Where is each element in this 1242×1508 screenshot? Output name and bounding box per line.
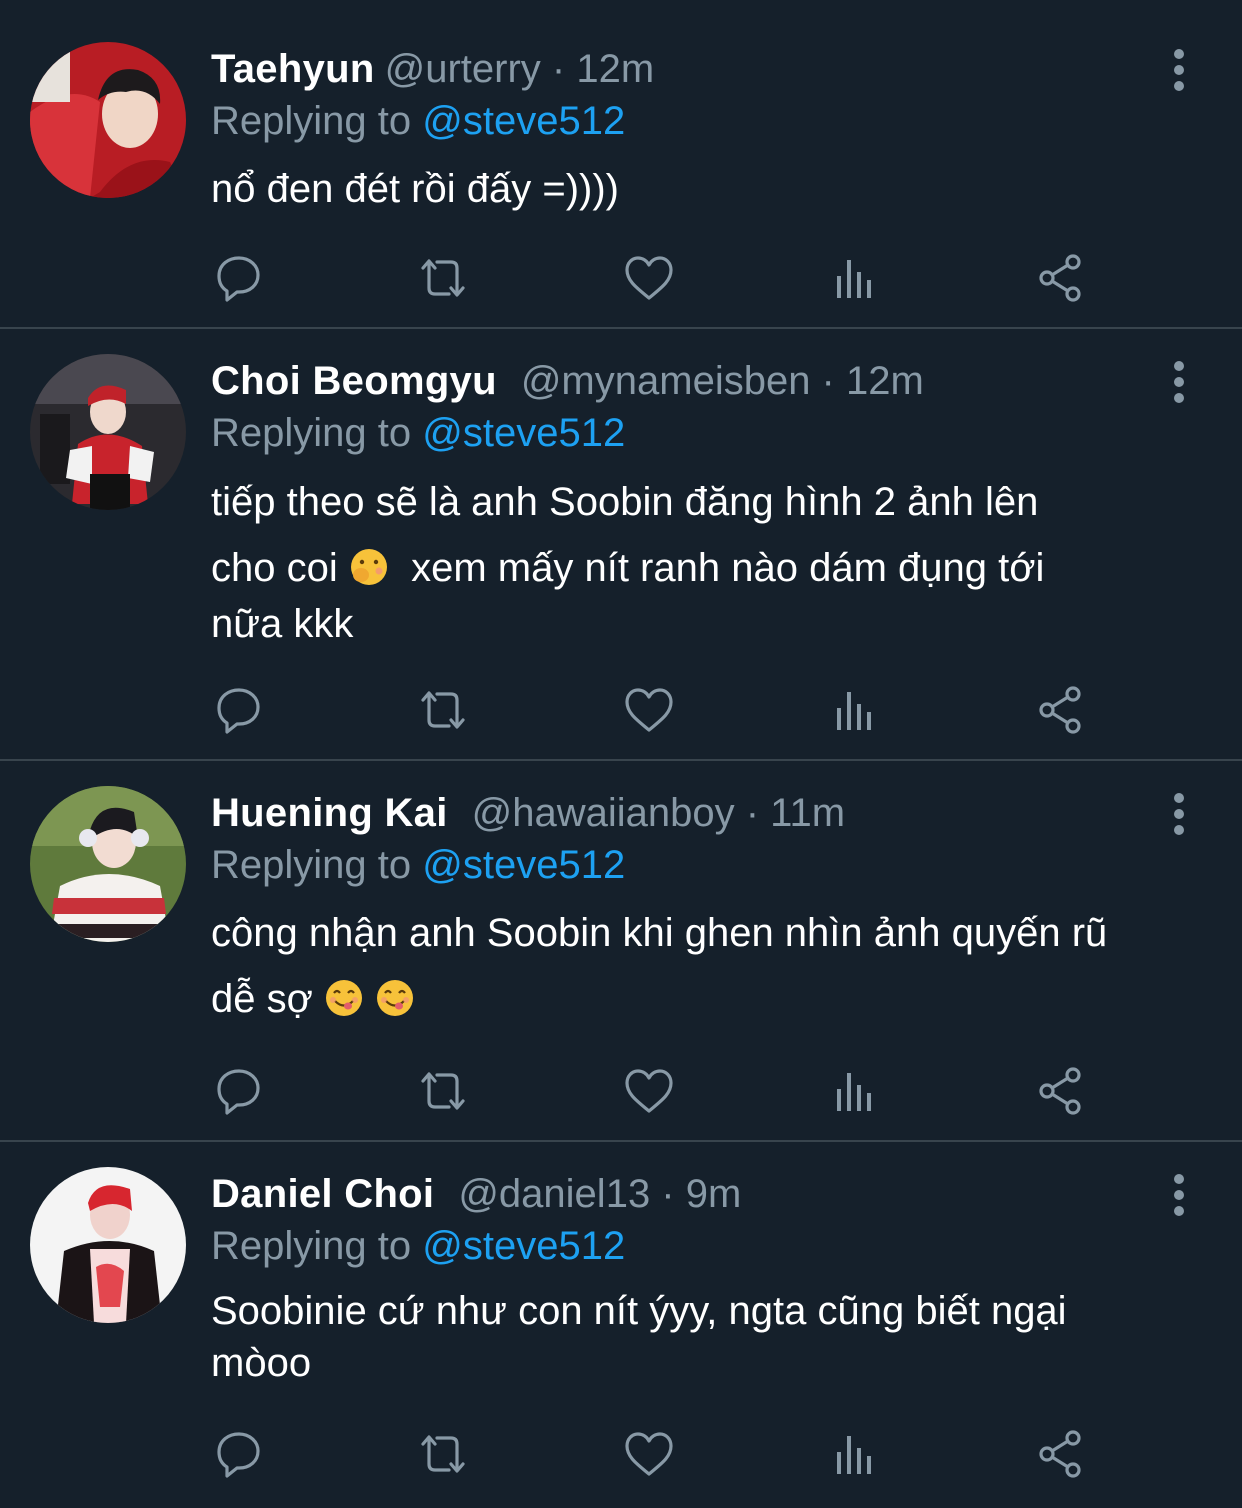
tweet-header: Taehyun @urterry · 12m (211, 44, 1162, 94)
avatar[interactable] (30, 1167, 186, 1323)
avatar[interactable] (30, 354, 186, 510)
mention-link[interactable]: @steve512 (422, 411, 625, 455)
replying-to: Replying to @steve512 (211, 96, 625, 146)
replying-label: Replying to (211, 1224, 412, 1268)
tweet-text-line: Soobinie cứ như con nít ýyy, ngta cũng b… (211, 1289, 1067, 1333)
avatar[interactable] (30, 786, 186, 942)
tweet-text-line: xem mấy nít ranh nào dám đụng tới (411, 546, 1045, 590)
share-icon[interactable] (1033, 682, 1089, 738)
retweet-icon[interactable] (415, 1063, 471, 1119)
tweet-text-line: nổ đen đét rồi đấy =)))) (211, 167, 619, 211)
replying-to: Replying to @steve512 (211, 408, 625, 458)
handle-timestamp[interactable]: @urterry · 12m (385, 47, 655, 91)
mention-link[interactable]: @steve512 (422, 1224, 625, 1268)
display-name[interactable]: Huening Kai (211, 791, 448, 835)
reply-icon[interactable] (209, 250, 265, 306)
replying-label: Replying to (211, 843, 412, 887)
hand-over-mouth-emoji-icon (350, 549, 387, 585)
like-icon[interactable] (621, 1063, 677, 1119)
action-bar (0, 682, 1242, 738)
tweet-text: Soobinie cứ như con nít ýyy, ngta cũng b… (211, 1285, 1221, 1389)
reply-icon[interactable] (209, 1426, 265, 1482)
analytics-icon[interactable] (827, 1063, 883, 1119)
tweet[interactable]: Taehyun @urterry · 12m Replying to @steve… (0, 0, 1242, 329)
share-icon[interactable] (1033, 250, 1089, 306)
retweet-icon[interactable] (415, 250, 471, 306)
like-icon[interactable] (621, 250, 677, 306)
tweet-text: tiếp theo sẽ là anh Soobin đăng hình 2 ả… (211, 472, 1221, 654)
more-options-icon[interactable] (1166, 792, 1192, 836)
yum-face-emoji-icon (375, 978, 415, 1018)
display-name[interactable]: Taehyun (211, 47, 375, 91)
tweet-text: nổ đen đét rồi đấy =)))) (211, 160, 1221, 218)
handle-timestamp[interactable]: @hawaiianboy · 11m (472, 791, 845, 835)
action-bar (0, 1426, 1242, 1482)
tweet[interactable]: Daniel Choi @daniel13 · 9m Replying to @s… (0, 1142, 1242, 1508)
more-options-icon[interactable] (1166, 48, 1192, 92)
mention-link[interactable]: @steve512 (422, 99, 625, 143)
handle-timestamp[interactable]: @daniel13 · 9m (458, 1172, 741, 1216)
mention-link[interactable]: @steve512 (422, 843, 625, 887)
tweet-text-line: mòoo (211, 1341, 312, 1385)
reply-icon[interactable] (209, 682, 265, 738)
tweet-header: Huening Kai @hawaiianboy · 11m (211, 788, 1162, 838)
analytics-icon[interactable] (827, 250, 883, 306)
yum-face-emoji-icon (324, 978, 364, 1018)
tweet[interactable]: Choi Beomgyu @mynameisben · 12m Replying … (0, 329, 1242, 761)
more-options-icon[interactable] (1166, 1173, 1192, 1217)
reply-icon[interactable] (209, 1063, 265, 1119)
replying-to: Replying to @steve512 (211, 840, 625, 890)
analytics-icon[interactable] (827, 682, 883, 738)
share-icon[interactable] (1033, 1063, 1089, 1119)
more-options-icon[interactable] (1166, 360, 1192, 404)
tweet-text-line: cho coi (211, 546, 338, 590)
tweet-header: Choi Beomgyu @mynameisben · 12m (211, 356, 1162, 406)
action-bar (0, 1063, 1242, 1119)
tweet-text-line: tiếp theo sẽ là anh Soobin đăng hình 2 ả… (211, 480, 1039, 524)
like-icon[interactable] (621, 682, 677, 738)
replying-to: Replying to @steve512 (211, 1221, 625, 1271)
replying-label: Replying to (211, 411, 412, 455)
retweet-icon[interactable] (415, 1426, 471, 1482)
tweet-text-line: nữa kkk (211, 602, 354, 646)
handle-timestamp[interactable]: @mynameisben · 12m (521, 359, 924, 403)
retweet-icon[interactable] (415, 682, 471, 738)
tweet-header: Daniel Choi @daniel13 · 9m (211, 1169, 1162, 1219)
action-bar (0, 250, 1242, 306)
avatar[interactable] (30, 42, 186, 198)
tweet-text-line: công nhận anh Soobin khi ghen nhìn ảnh q… (211, 911, 1108, 955)
display-name[interactable]: Daniel Choi (211, 1172, 434, 1216)
tweet[interactable]: Huening Kai @hawaiianboy · 11m Replying t… (0, 761, 1242, 1142)
tweet-text-line: dễ sợ (211, 977, 313, 1021)
like-icon[interactable] (621, 1426, 677, 1482)
tweet-text: công nhận anh Soobin khi ghen nhìn ảnh q… (211, 904, 1241, 1028)
replying-label: Replying to (211, 99, 412, 143)
share-icon[interactable] (1033, 1426, 1089, 1482)
display-name[interactable]: Choi Beomgyu (211, 359, 497, 403)
analytics-icon[interactable] (827, 1426, 883, 1482)
